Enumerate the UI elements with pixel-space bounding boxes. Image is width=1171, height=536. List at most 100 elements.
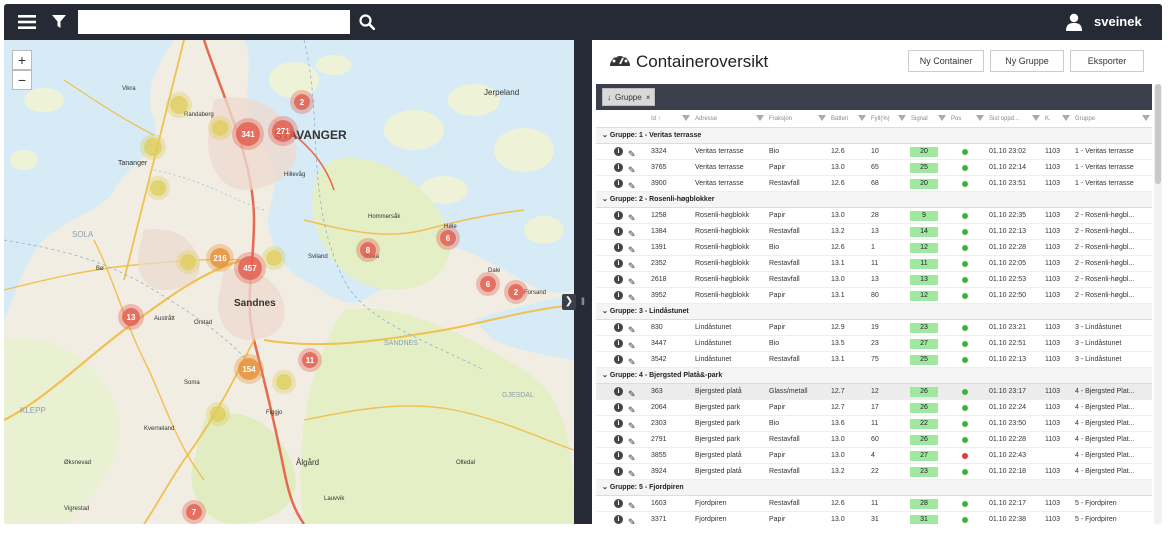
info-icon[interactable]: i bbox=[614, 467, 623, 476]
info-icon[interactable]: i bbox=[614, 355, 623, 364]
table-row[interactable]: i ✎ 3324 Veritas terrasse Bio 12.6 10 20 01.10 2… bbox=[596, 144, 1152, 160]
info-icon[interactable]: i bbox=[614, 243, 623, 252]
export-button[interactable]: Eksporter bbox=[1070, 50, 1144, 72]
map-cluster-marker[interactable]: 154 bbox=[238, 358, 260, 380]
column-filter-icon[interactable] bbox=[1142, 115, 1150, 121]
map-cluster-marker[interactable]: 2 bbox=[508, 284, 524, 300]
map-cluster-marker[interactable]: 457 bbox=[238, 256, 262, 280]
table-row[interactable]: i ✎ 3765 Veritas terrasse Papir 13.0 65 25 01.10… bbox=[596, 160, 1152, 176]
column-filter-icon[interactable] bbox=[756, 115, 764, 121]
info-icon[interactable]: i bbox=[614, 211, 623, 220]
column-header-fraction[interactable]: Fraksjon bbox=[766, 110, 828, 128]
map-cluster-marker[interactable]: 271 bbox=[272, 120, 294, 142]
info-icon[interactable]: i bbox=[614, 435, 623, 444]
table-row[interactable]: i ✎ 1258 Rosenli-høgblokk Papir 13.0 28 9 01.10 … bbox=[596, 208, 1152, 224]
column-header-group[interactable]: Gruppe bbox=[1072, 110, 1152, 128]
info-icon[interactable]: i bbox=[614, 451, 623, 460]
map-cluster-marker[interactable]: 216 bbox=[210, 248, 230, 268]
column-filter-icon[interactable] bbox=[938, 115, 946, 121]
group-row[interactable]: ⌄ Gruppe: 5 - Fjordpiren bbox=[596, 480, 1152, 496]
map-cluster-marker[interactable] bbox=[150, 180, 166, 196]
group-expand-chevron-icon[interactable]: ⌄ bbox=[602, 308, 610, 315]
group-row[interactable]: ⌄ Gruppe: 2 - Rosenli-høgblokker bbox=[596, 192, 1152, 208]
map-cluster-marker[interactable]: 13 bbox=[122, 308, 140, 326]
column-filter-icon[interactable] bbox=[1062, 115, 1070, 121]
map-cluster-marker[interactable]: 341 bbox=[236, 122, 260, 146]
search-input[interactable] bbox=[78, 10, 350, 34]
group-expand-chevron-icon[interactable]: ⌄ bbox=[602, 132, 610, 139]
map-cluster-marker[interactable] bbox=[210, 406, 226, 422]
column-filter-icon[interactable] bbox=[976, 115, 984, 121]
column-header-fill[interactable]: Fyll(%) bbox=[868, 110, 908, 128]
filter-icon[interactable] bbox=[50, 4, 68, 40]
info-icon[interactable]: i bbox=[614, 403, 623, 412]
table-row[interactable]: i ✎ 3855 Bjergsted platå Papir 13.0 4 27 01.10 2… bbox=[596, 448, 1152, 464]
group-chip-close-icon[interactable]: × bbox=[646, 93, 651, 102]
table-row[interactable]: i ✎ 2791 Bjergsted park Restavfall 13.0 60 26 01… bbox=[596, 432, 1152, 448]
edit-pencil-icon[interactable]: ✎ bbox=[628, 514, 636, 524]
table-row[interactable]: i ✎ 1603 Fjordpiren Restavfall 12.6 11 28 01.10 … bbox=[596, 496, 1152, 512]
column-filter-icon[interactable] bbox=[1032, 115, 1040, 121]
table-row[interactable]: i ✎ 3542 Lindåstunet Restavfall 13.1 75 25 01.10… bbox=[596, 352, 1152, 368]
column-filter-icon[interactable] bbox=[898, 115, 906, 121]
column-header-signal[interactable]: Signal bbox=[908, 110, 948, 128]
column-header-last-updated[interactable]: Sist oppd... bbox=[986, 110, 1042, 128]
info-icon[interactable]: i bbox=[614, 179, 623, 188]
grid-scrollbar[interactable] bbox=[1154, 84, 1162, 524]
column-header-address[interactable]: Adresse bbox=[692, 110, 766, 128]
info-icon[interactable]: i bbox=[614, 339, 623, 348]
map-cluster-marker[interactable]: 6 bbox=[440, 230, 456, 246]
info-icon[interactable]: i bbox=[614, 499, 623, 508]
search-icon[interactable] bbox=[356, 4, 378, 40]
user-icon[interactable] bbox=[1064, 4, 1084, 40]
info-icon[interactable]: i bbox=[614, 275, 623, 284]
info-icon[interactable]: i bbox=[614, 163, 623, 172]
table-row[interactable]: i ✎ 1384 Rosenli-høgblokk Restavfall 13.2 13 14… bbox=[596, 224, 1152, 240]
hamburger-menu-icon[interactable] bbox=[16, 4, 38, 40]
map-cluster-marker[interactable] bbox=[266, 250, 282, 266]
map-cluster-marker[interactable]: 2 bbox=[294, 94, 310, 110]
map-cluster-marker[interactable] bbox=[276, 374, 292, 390]
info-icon[interactable]: i bbox=[614, 227, 623, 236]
map-cluster-marker[interactable] bbox=[180, 254, 196, 270]
grid-scroll-thumb[interactable] bbox=[1155, 84, 1161, 184]
info-icon[interactable]: i bbox=[614, 259, 623, 268]
column-header-k[interactable]: K. bbox=[1042, 110, 1072, 128]
table-row[interactable]: i ✎ 3371 Fjordpiren Papir 13.0 31 31 01.10 22:38… bbox=[596, 512, 1152, 524]
info-icon[interactable]: i bbox=[614, 387, 623, 396]
new-container-button[interactable]: Ny Container bbox=[908, 50, 984, 72]
table-row[interactable]: i ✎ 3952 Rosenli-høgblokk Papir 13.1 80 12 01.10… bbox=[596, 288, 1152, 304]
map-cluster-marker[interactable]: 6 bbox=[480, 276, 496, 292]
group-expand-chevron-icon[interactable]: ⌄ bbox=[602, 372, 610, 379]
column-filter-icon[interactable] bbox=[682, 115, 690, 121]
table-row[interactable]: i ✎ 363 Bjergsted platå Glass/metall 12.7 12 26… bbox=[596, 384, 1152, 400]
table-row[interactable]: i ✎ 830 Lindåstunet Papir 12.9 19 23 01.10 23:21… bbox=[596, 320, 1152, 336]
map-cluster-marker[interactable]: 7 bbox=[186, 504, 202, 520]
map-cluster-marker[interactable] bbox=[144, 138, 162, 156]
table-row[interactable]: i ✎ 2303 Bjergsted park Bio 13.6 11 22 01.10 23:… bbox=[596, 416, 1152, 432]
map-cluster-marker[interactable] bbox=[170, 96, 188, 114]
info-icon[interactable]: i bbox=[614, 323, 623, 332]
info-icon[interactable]: i bbox=[614, 291, 623, 300]
zoom-in-button[interactable]: + bbox=[12, 50, 32, 70]
column-filter-icon[interactable] bbox=[818, 115, 826, 121]
table-row[interactable]: i ✎ 3900 Veritas terrasse Restavfall 12.6 68 20… bbox=[596, 176, 1152, 192]
table-row[interactable]: i ✎ 2064 Bjergsted park Papir 12.7 17 26 01.10 2… bbox=[596, 400, 1152, 416]
group-row[interactable]: ⌄ Gruppe: 4 - Bjergsted Platå&-park bbox=[596, 368, 1152, 384]
group-expand-chevron-icon[interactable]: ⌄ bbox=[602, 484, 610, 491]
map-cluster-marker[interactable]: 8 bbox=[360, 242, 376, 258]
map-cluster-marker[interactable] bbox=[212, 120, 228, 136]
info-icon[interactable]: i bbox=[614, 147, 623, 156]
group-by-chip[interactable]: ↓ Gruppe × bbox=[602, 88, 656, 106]
map-view[interactable]: + − STAVANGER Sandnes SOLA KLEPP Jerpela… bbox=[4, 40, 574, 524]
column-header-pos[interactable]: Pos bbox=[948, 110, 986, 128]
info-icon[interactable]: i bbox=[614, 419, 623, 428]
info-icon[interactable]: i bbox=[614, 515, 623, 524]
group-row[interactable]: ⌄ Gruppe: 3 - Lindåstunet bbox=[596, 304, 1152, 320]
column-header-battery[interactable]: Batteri bbox=[828, 110, 868, 128]
username-label[interactable]: sveinek bbox=[1094, 4, 1142, 40]
group-expand-chevron-icon[interactable]: ⌄ bbox=[602, 196, 610, 203]
table-row[interactable]: i ✎ 3924 Bjergsted platå Restavfall 13.2 22 23 0… bbox=[596, 464, 1152, 480]
splitter-grip-icon[interactable]: ‖ bbox=[580, 298, 586, 308]
new-group-button[interactable]: Ny Gruppe bbox=[990, 50, 1064, 72]
